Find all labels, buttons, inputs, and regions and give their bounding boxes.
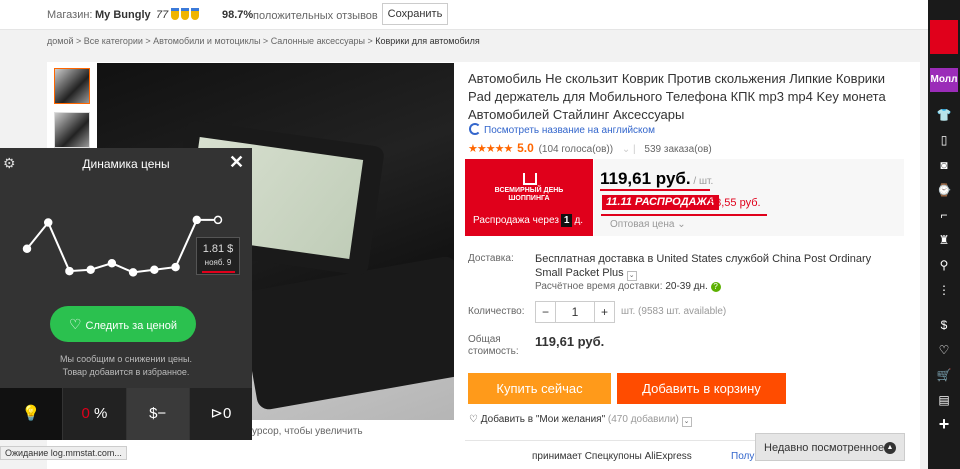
sale-tag: 11.11 РАСПРОДАЖА	[602, 195, 719, 210]
translate-title-link[interactable]: Посмотреть название на английском	[469, 123, 655, 136]
store-name-link[interactable]: My Bungly	[95, 9, 151, 21]
quantity-label: Количество:	[468, 306, 525, 317]
feedback-dropdown[interactable]: положительных отзывов ⌄	[253, 9, 390, 22]
tab-settings-lamp[interactable]: 💡	[0, 388, 63, 440]
quantity-available: шт. (9583 шт. available)	[621, 306, 727, 317]
moll-link[interactable]: Молл	[930, 68, 958, 92]
shopping-day-logo-icon	[523, 173, 537, 185]
breadcrumb-all-categories[interactable]: Все категории	[84, 36, 143, 46]
thumbnail-image[interactable]	[54, 112, 90, 148]
price-point	[22, 244, 32, 254]
watch-icon[interactable]: ⌚	[930, 180, 958, 200]
save-store-button[interactable]: Сохранить	[382, 3, 448, 25]
tab-percent[interactable]: 0 %	[62, 388, 125, 440]
orders-count: 539 заказа(ов)	[644, 144, 712, 155]
price-point	[171, 262, 180, 272]
rating-value: 5.0	[517, 141, 534, 155]
buy-now-button[interactable]: Купить сейчас	[468, 373, 611, 404]
recently-viewed-bar[interactable]: Недавно посмотренное ▲	[755, 433, 905, 461]
price-panel-tabs: 💡 0 % $− ⊳0	[0, 388, 252, 440]
breadcrumb-home[interactable]: домой	[47, 36, 73, 46]
dollar-icon[interactable]: $	[930, 315, 958, 335]
wholesale-price-dropdown[interactable]: Оптовая цена ⌄	[610, 219, 686, 230]
price-panel-note: Мы сообщим о снижении цены. Товар добавит…	[60, 354, 192, 377]
store-topbar: Магазин: My Bungly 77 98.7% положительны…	[0, 0, 928, 30]
shoe-icon[interactable]: ⌐	[930, 205, 958, 225]
quantity-input[interactable]: 1	[556, 302, 594, 322]
stars-icon: ★★★★★	[468, 143, 513, 155]
price-point	[192, 215, 202, 225]
bottle-icon[interactable]: ♜	[930, 230, 958, 250]
heart-icon: ♡	[469, 414, 478, 425]
thumbnail-list	[54, 68, 90, 156]
store-label: Магазин:	[47, 9, 93, 21]
banner-line1: ВСЕМИРНЫЙ ДЕНЬ	[494, 187, 564, 194]
sale-banner: ВСЕМИРНЫЙ ДЕНЬ ШОППИНГА Распродажа через 1…	[465, 159, 593, 236]
clipboard-icon[interactable]: ▤	[930, 390, 958, 410]
chevron-up-icon: ▲	[884, 442, 896, 454]
location-icon[interactable]: ⚲	[930, 255, 958, 275]
shirt-icon[interactable]: 👕	[930, 105, 958, 125]
plus-icon[interactable]: +	[930, 414, 958, 434]
price-point	[150, 265, 159, 275]
wishlist-dropdown[interactable]: ⌄	[681, 417, 692, 427]
shipping-label: Доставка:	[468, 253, 514, 264]
breadcrumb-auto[interactable]: Автомобили и мотоциклы	[153, 36, 260, 46]
total-label: Общая стоимость:	[468, 334, 519, 357]
browser-status-bar: Ожидание log.mmstat.com...	[0, 446, 127, 460]
coupon-text: принимает Спецкупоны AliExpress	[532, 451, 692, 462]
tooltip-date: нояб. 9	[204, 258, 232, 267]
shipping-text: Бесплатная доставка в United States служ…	[535, 253, 872, 281]
heart-plus-icon: ♡	[68, 315, 82, 332]
camera-icon[interactable]: ◙	[930, 155, 958, 175]
total-value: 119,61 руб.	[535, 334, 605, 349]
price-point	[86, 265, 95, 275]
banner-line2: ШОППИНГА	[508, 195, 550, 202]
sale-countdown: Распродажа через 1 д.	[473, 214, 584, 227]
store-score: 77	[156, 9, 169, 21]
help-icon[interactable]: ?	[710, 282, 721, 292]
votes-link[interactable]: (104 голоса(ов))	[539, 144, 614, 155]
breadcrumb-current[interactable]: Коврики для автомобиля	[375, 36, 480, 46]
price-point	[65, 266, 74, 276]
translate-icon	[469, 123, 481, 135]
product-title: Автомобиль Не скользит Коврик Против ско…	[468, 71, 886, 122]
thumbnail-image[interactable]	[54, 68, 90, 104]
sale-underline	[601, 214, 767, 216]
price-point	[213, 215, 223, 225]
price-point	[128, 268, 138, 277]
breadcrumb: домой > Все категории > Автомобили и мот…	[47, 36, 480, 46]
price-tooltip: 1.81 $ нояб. 9	[196, 237, 240, 275]
rating-row: ★★★★★ 5.0 (104 голоса(ов)) ⌄ | 539 заказ…	[468, 141, 712, 155]
add-to-cart-button[interactable]: Добавить в корзину	[617, 373, 786, 404]
lightbulb-icon: 💡	[21, 405, 41, 422]
shopping-day-sidebar-icon[interactable]	[930, 20, 958, 54]
price-main: 119,61 руб. / шт.	[600, 169, 714, 188]
price-point	[107, 258, 117, 268]
price-point	[43, 218, 53, 227]
zoom-hint: урсор, чтобы увеличить	[252, 426, 363, 437]
cart-icon[interactable]: 🛒	[930, 365, 958, 385]
price-line	[26, 218, 218, 274]
shipping-dropdown[interactable]: ⌄	[626, 271, 637, 281]
price-underline	[600, 189, 710, 191]
sale-price: 88,55 руб.	[709, 197, 761, 209]
more-icon[interactable]: ⋮	[930, 280, 958, 300]
tab-play[interactable]: ⊳0	[188, 388, 252, 440]
heart-icon[interactable]: ♡	[930, 340, 958, 360]
quantity-plus-button[interactable]: +	[594, 302, 614, 322]
tab-dollar[interactable]: $−	[125, 388, 189, 440]
tooltip-price: 1.81 $	[202, 243, 234, 255]
quantity-stepper: − 1 +	[535, 301, 615, 323]
follow-price-button[interactable]: ♡ Следить за ценой	[50, 306, 196, 342]
delivery-eta: Расчётное время доставки: 20-39 дн. ?	[535, 281, 721, 292]
positive-feedback-pct: 98.7%	[222, 9, 254, 21]
phone-icon[interactable]: ▯	[930, 130, 958, 150]
add-to-wishlist[interactable]: ♡ Добавить в "Мои желания" (470 добавили…	[469, 414, 692, 427]
quantity-minus-button[interactable]: −	[536, 302, 556, 322]
coupon-link[interactable]: Полу	[731, 451, 754, 462]
breadcrumb-interior[interactable]: Салонные аксессуары	[271, 36, 365, 46]
medal-icon	[171, 8, 199, 20]
